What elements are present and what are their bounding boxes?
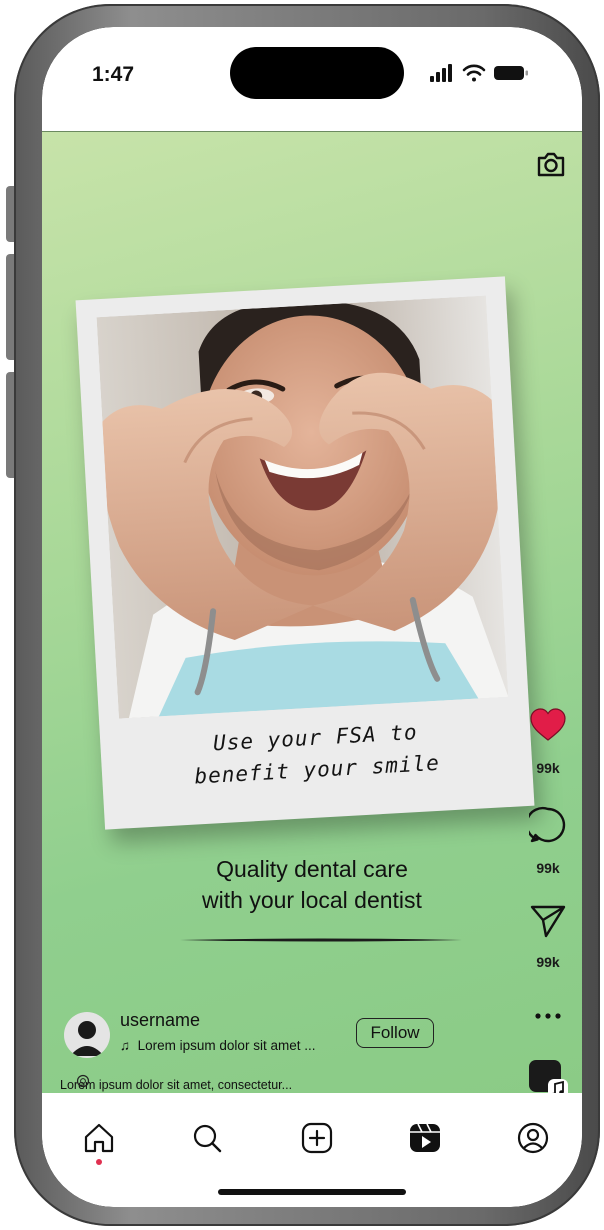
headline-line-2: with your local dentist [202, 887, 422, 913]
screen-content: 1:47 Use your FSA to benefit your smile … [42, 27, 582, 1207]
more-options-icon[interactable] [529, 996, 567, 1034]
reel-content[interactable]: Use your FSA to benefit your smile Quali… [42, 131, 582, 1095]
create-icon[interactable] [300, 1121, 334, 1155]
phone-screen: 1:47 Use your FSA to benefit your smile … [42, 27, 582, 1207]
home-indicator[interactable] [218, 1189, 406, 1195]
signal-icon [430, 64, 452, 82]
share-count: 99k [536, 954, 560, 970]
avatar[interactable] [64, 1012, 110, 1058]
username[interactable]: username [120, 1010, 200, 1031]
status-icons [430, 64, 528, 82]
status-bar: 1:47 [42, 27, 582, 131]
battery-icon [494, 66, 528, 80]
reels-icon[interactable] [408, 1121, 442, 1155]
polaroid-card: Use your FSA to benefit your smile [75, 276, 535, 830]
dentist-heart-hands-photo [96, 295, 509, 719]
follow-button[interactable]: Follow [356, 1018, 434, 1048]
comment-count: 99k [536, 860, 560, 876]
home-icon[interactable] [82, 1121, 116, 1155]
post-description[interactable]: Lorem ipsum dolor sit amet, consectetur.… [60, 1078, 292, 1092]
song-title: Lorem ipsum dolor sit amet ... [137, 1038, 316, 1053]
camera-icon[interactable] [535, 148, 567, 180]
status-time: 1:47 [92, 63, 135, 86]
dynamic-island [230, 47, 404, 99]
send-icon[interactable] [529, 902, 567, 940]
active-indicator-dot [96, 1159, 102, 1165]
bottom-nav [42, 1093, 582, 1207]
collab-circle-icon [76, 1074, 90, 1088]
audio-thumbnail-icon[interactable] [528, 1059, 568, 1095]
music-note-icon: ♫ [120, 1038, 131, 1053]
brush-stroke-divider [180, 938, 462, 942]
comment-icon[interactable] [529, 806, 567, 844]
song-info[interactable]: ♫ Lorem ipsum dolor sit amet ... [120, 1038, 315, 1053]
wifi-icon [462, 64, 486, 82]
headline-line-1: Quality dental care [216, 856, 408, 882]
like-count: 99k [536, 760, 560, 776]
heart-icon[interactable] [529, 706, 567, 744]
profile-icon[interactable] [516, 1121, 550, 1155]
search-icon[interactable] [190, 1121, 224, 1155]
user-avatar-icon [70, 1021, 104, 1056]
